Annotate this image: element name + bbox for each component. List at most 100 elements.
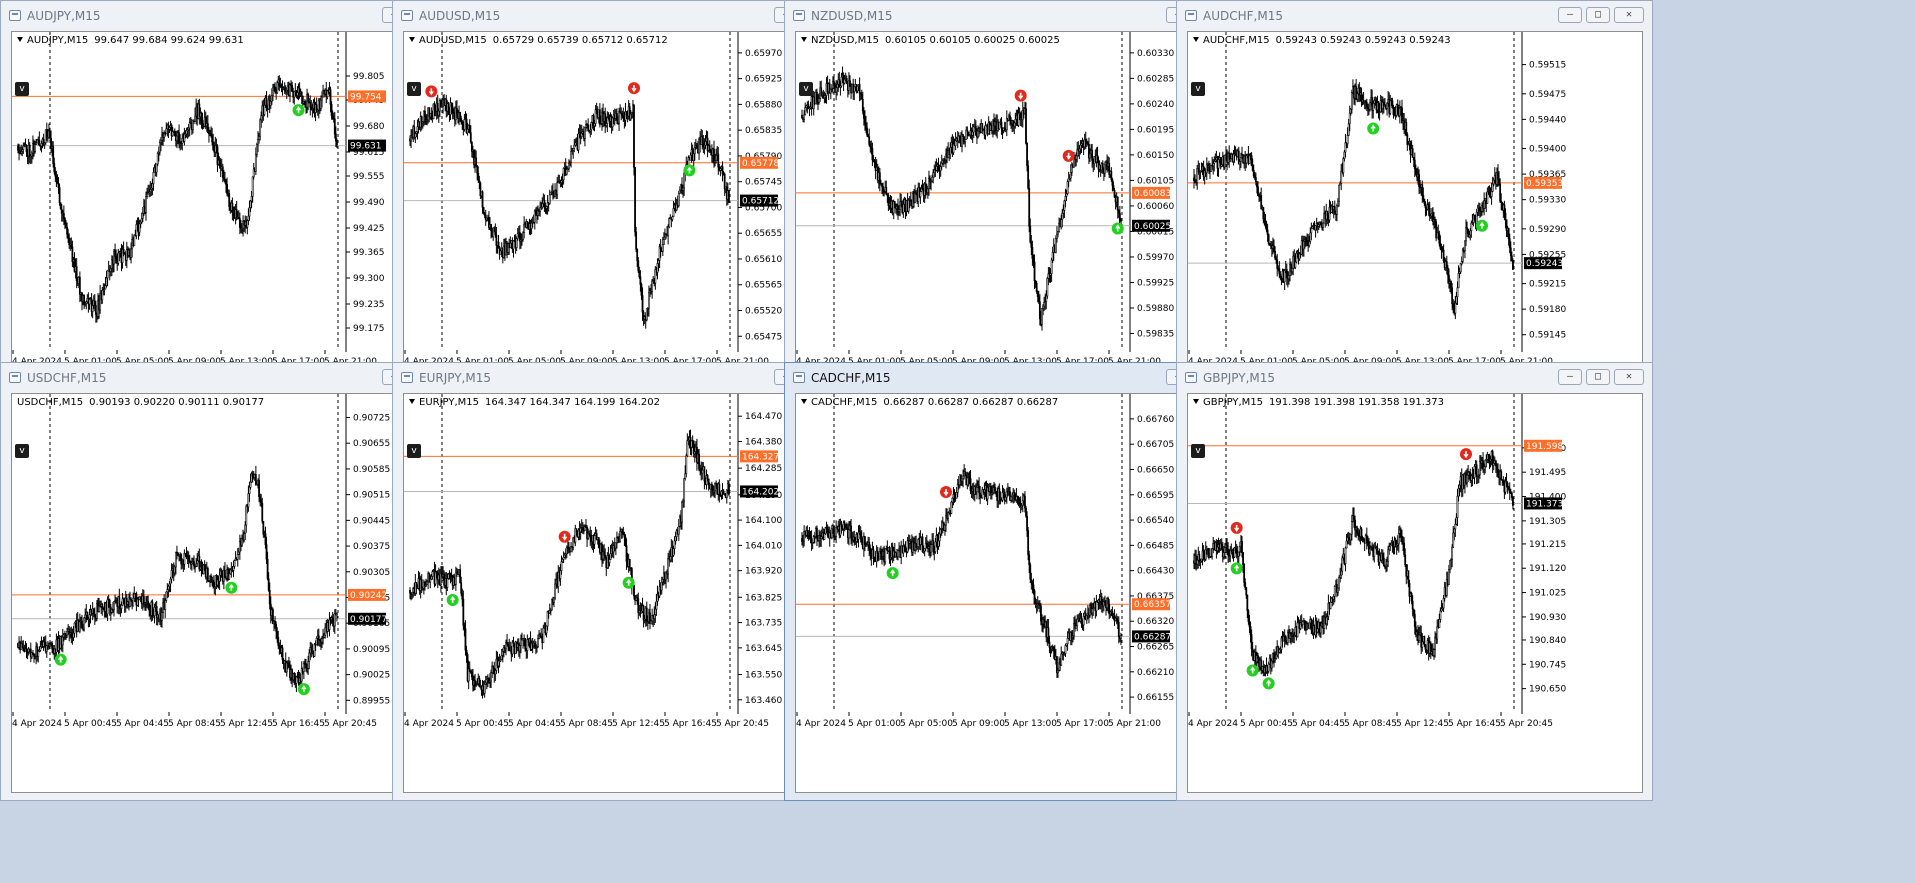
sell-signal-icon[interactable]	[425, 85, 438, 98]
y-tick-label: 0.90445	[353, 516, 390, 526]
candle	[838, 71, 841, 88]
window-titlebar[interactable]: GBPJPY,M15 – □ ✕	[1177, 363, 1652, 393]
buy-signal-icon[interactable]	[1246, 664, 1259, 677]
candle	[723, 172, 726, 196]
dropdown-triangle-icon[interactable]	[1193, 37, 1199, 42]
candle	[1193, 169, 1195, 189]
candle	[1389, 94, 1392, 116]
buy-signal-icon[interactable]	[1367, 122, 1380, 135]
y-tick-label: 0.90515	[353, 491, 390, 501]
candle	[167, 121, 170, 139]
v-toggle-button[interactable]: v	[799, 82, 813, 96]
y-tick-label: 164.100	[745, 516, 782, 526]
v-toggle-button[interactable]: v	[1191, 82, 1205, 96]
dropdown-triangle-icon[interactable]	[409, 37, 415, 42]
window-titlebar[interactable]: AUDCHF,M15 – □ ✕	[1177, 1, 1652, 31]
candle	[819, 531, 822, 547]
v-toggle-button[interactable]: v	[407, 444, 421, 458]
sell-signal-icon[interactable]	[940, 486, 952, 499]
maximize-button[interactable]: □	[1586, 369, 1610, 385]
chart-area[interactable]: 191.590191.495191.400191.305191.215191.1…	[1187, 393, 1643, 793]
sell-signal-icon[interactable]	[1014, 89, 1027, 102]
sell-signal-icon[interactable]	[1230, 521, 1243, 534]
candle	[1459, 263, 1462, 275]
candle	[238, 534, 241, 560]
candle	[858, 77, 861, 102]
v-toggle-button[interactable]: v	[407, 82, 421, 96]
minimize-button[interactable]: –	[1558, 7, 1582, 23]
chart-window[interactable]: GBPJPY,M15–□✕191.590191.495191.400191.30…	[1176, 362, 1653, 801]
candle	[336, 138, 338, 149]
candle	[1442, 244, 1445, 263]
candle	[206, 566, 209, 583]
candle	[185, 546, 188, 560]
candle	[607, 546, 610, 569]
sell-signal-icon[interactable]	[1062, 149, 1075, 162]
candle	[1388, 542, 1391, 555]
candle	[1219, 157, 1222, 170]
v-toggle-button[interactable]: v	[1191, 444, 1205, 458]
candle	[1362, 91, 1365, 105]
buy-signal-icon[interactable]	[1230, 562, 1243, 575]
candle	[433, 101, 436, 117]
minimize-button[interactable]: –	[1558, 369, 1582, 385]
candle	[531, 638, 534, 654]
x-tick-label: 5 Apr 12:45	[220, 719, 273, 729]
candle	[1100, 592, 1103, 613]
buy-signal-icon[interactable]	[225, 581, 238, 594]
candle	[89, 604, 92, 624]
chart-window-icon	[793, 372, 805, 383]
close-button[interactable]: ✕	[1614, 369, 1644, 385]
candle	[201, 112, 204, 130]
buy-signal-icon[interactable]	[622, 576, 635, 589]
maximize-button[interactable]: □	[1586, 7, 1610, 23]
v-toggle-button[interactable]: v	[15, 82, 29, 96]
buy-signal-icon[interactable]	[1476, 219, 1488, 232]
candle	[1085, 138, 1088, 148]
candle	[261, 497, 264, 524]
dropdown-triangle-icon[interactable]	[1193, 399, 1199, 404]
buy-signal-icon[interactable]	[446, 594, 459, 607]
candle	[166, 583, 169, 599]
candle	[199, 561, 202, 571]
candle	[1000, 117, 1003, 135]
buy-signal-icon[interactable]	[1262, 677, 1275, 690]
dropdown-triangle-icon[interactable]	[17, 37, 23, 42]
x-tick-label: 5 Apr 08:45	[1344, 719, 1397, 729]
close-button[interactable]: ✕	[1614, 7, 1644, 23]
chart-window-icon	[9, 372, 21, 383]
y-tick-label: 163.735	[745, 619, 782, 629]
buy-signal-icon[interactable]	[54, 653, 67, 666]
candle	[42, 636, 45, 651]
buy-signal-icon[interactable]	[297, 683, 310, 696]
y-tick-label: 191.120	[1529, 564, 1566, 574]
candle	[27, 646, 30, 656]
v-toggle-button[interactable]: v	[15, 444, 29, 458]
buy-signal-icon[interactable]	[1111, 222, 1124, 235]
sell-signal-icon[interactable]	[558, 530, 571, 543]
x-tick-label: 4 Apr 2024	[404, 719, 454, 729]
candle	[422, 579, 425, 595]
candle	[449, 97, 452, 121]
sell-signal-icon[interactable]	[1460, 448, 1472, 461]
buy-signal-icon[interactable]	[886, 567, 899, 580]
level-price-badge-label: 99.754	[350, 92, 382, 102]
buy-signal-icon[interactable]	[292, 104, 305, 117]
candle	[801, 532, 803, 546]
dropdown-triangle-icon[interactable]	[409, 399, 415, 404]
dropdown-triangle-icon[interactable]	[801, 399, 807, 404]
sell-signal-icon[interactable]	[628, 82, 640, 95]
chart-window-icon	[1185, 372, 1197, 383]
candle	[236, 548, 239, 567]
candle	[947, 142, 950, 159]
candle	[543, 194, 546, 212]
candle	[594, 105, 597, 127]
candle	[572, 147, 575, 159]
dropdown-triangle-icon[interactable]	[801, 37, 807, 42]
candle	[557, 565, 560, 593]
price-chart[interactable]: 191.590191.495191.400191.305191.215191.1…	[1188, 394, 1644, 794]
y-tick-label: 0.59970	[1137, 253, 1174, 263]
x-tick-label: 5 Apr 16:45	[1448, 719, 1501, 729]
candle	[604, 107, 607, 134]
buy-signal-icon[interactable]	[683, 164, 696, 177]
